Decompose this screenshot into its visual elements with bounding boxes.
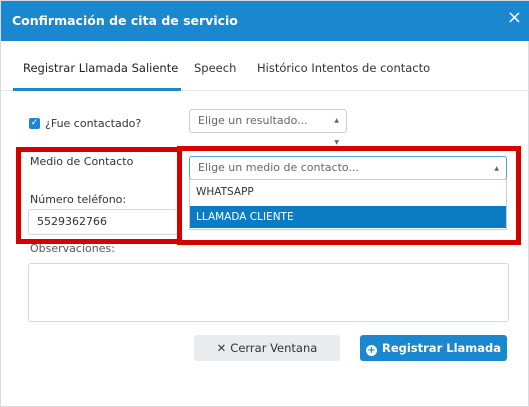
plus-circle-icon: + [365, 345, 377, 356]
close-window-label: Cerrar Ventana [230, 341, 318, 355]
contacted-label: ¿Fue contactado? [45, 117, 142, 130]
highlight-box-right [177, 146, 521, 245]
active-tab-indicator [13, 88, 181, 91]
tab-bar: Registrar Llamada Saliente Speech Histór… [1, 41, 529, 91]
tab-register-outgoing-call[interactable]: Registrar Llamada Saliente [23, 61, 178, 75]
close-x-icon: ✕ [216, 341, 227, 355]
modal-title: Confirmación de cita de servicio [12, 13, 238, 28]
register-call-button[interactable]: + Registrar Llamada [360, 335, 507, 361]
close-icon[interactable]: × [507, 9, 522, 27]
result-select[interactable]: Elige un resultado... ▲ ▼ [189, 109, 347, 146]
result-select-placeholder: Elige un resultado... [198, 114, 308, 127]
modal-header: Confirmación de cita de servicio × [1, 1, 529, 41]
tab-contact-attempts-history[interactable]: Histórico Intentos de contacto [257, 61, 430, 75]
contact-confirmation-modal: Confirmación de cita de servicio × Regis… [0, 0, 529, 407]
tab-speech[interactable]: Speech [194, 61, 236, 75]
register-call-label: Registrar Llamada [381, 341, 502, 355]
contacted-checkbox[interactable]: ✓ [29, 118, 40, 129]
close-window-button[interactable]: ✕ Cerrar Ventana [194, 335, 340, 361]
highlight-box-left [16, 147, 182, 244]
check-icon: ✓ [30, 118, 39, 128]
observations-textarea[interactable] [28, 263, 509, 322]
